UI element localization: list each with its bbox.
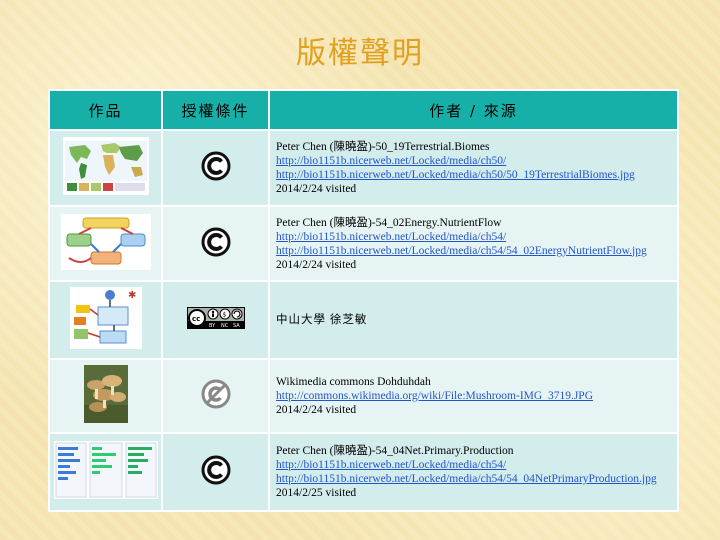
work-cell — [48, 358, 163, 434]
header-license: 授權條件 — [161, 89, 270, 131]
author-text: Peter Chen (陳曉盈)-50_19Terrestrial.Biomes — [276, 141, 490, 153]
public-domain-icon — [201, 379, 230, 409]
author-text: 中山大學 徐芝敏 — [276, 314, 368, 326]
author-text: Peter Chen (陳曉盈)-54_04Net.Primary.Produc… — [276, 445, 514, 457]
source-link[interactable]: http://bio1151b.nicerweb.net/Locked/medi… — [276, 472, 671, 486]
table-row: ✱ cc $ BY NC SA 中山大學 徐芝敏 — [48, 280, 679, 360]
table-header-row: 作品 授權條件 作者 / 來源 — [48, 89, 679, 131]
table-row: Wikimedia commons Dohduhdah http://commo… — [48, 358, 679, 434]
cc-copyright-icon — [201, 151, 230, 181]
license-cell — [161, 432, 270, 512]
badge-by: BY — [209, 323, 216, 329]
source-link[interactable]: http://bio1151b.nicerweb.net/Locked/medi… — [276, 458, 671, 472]
page-title: 版權聲明 — [296, 36, 424, 71]
mushroom-photo-thumbnail[interactable] — [83, 365, 128, 423]
author-text: Wikimedia commons Dohduhdah — [276, 376, 431, 388]
source-link[interactable]: http://bio1151b.nicerweb.net/Locked/medi… — [276, 168, 671, 182]
license-cell — [161, 358, 270, 434]
license-table: 作品 授權條件 作者 / 來源 Peter Chen (陳曉盈)-50_19Te… — [48, 89, 679, 512]
table-row: Peter Chen (陳曉盈)-50_19Terrestrial.Biomes… — [48, 129, 679, 207]
cc-copyright-icon — [201, 455, 230, 485]
work-cell — [48, 129, 163, 207]
visit-date: 2014/2/25 visited — [276, 487, 357, 499]
source-link[interactable]: http://bio1151b.nicerweb.net/Locked/medi… — [276, 230, 671, 244]
visit-date: 2014/2/24 visited — [276, 183, 357, 195]
svg-text:✱: ✱ — [128, 290, 136, 301]
visit-date: 2014/2/24 visited — [276, 258, 357, 271]
energy-nutrient-flow-diagram-thumbnail[interactable] — [60, 213, 151, 270]
work-cell: ✱ — [48, 280, 163, 360]
source-link[interactable]: http://commons.wikimedia.org/wiki/File:M… — [276, 389, 671, 403]
source-link[interactable]: http://bio1151b.nicerweb.net/Locked/medi… — [276, 244, 671, 258]
visit-date: 2014/2/24 visited — [276, 404, 357, 416]
svg-text:$: $ — [222, 312, 226, 319]
license-cell — [161, 205, 270, 282]
source-link[interactable]: http://bio1151b.nicerweb.net/Locked/medi… — [276, 154, 671, 168]
svg-text:cc: cc — [192, 315, 200, 323]
author-cell: Peter Chen (陳曉盈)-54_02Energy.NutrientFlo… — [268, 205, 679, 282]
food-chain-diagram-thumbnail[interactable]: ✱ — [69, 287, 142, 349]
cc-by-nc-sa-badge: cc $ BY NC SA — [186, 307, 245, 329]
author-cell: Wikimedia commons Dohduhdah http://commo… — [268, 358, 679, 434]
table-row: Peter Chen (陳曉盈)-54_02Energy.NutrientFlo… — [48, 205, 679, 282]
author-text: Peter Chen (陳曉盈)-54_02Energy.NutrientFlo… — [276, 216, 502, 229]
world-biomes-map-thumbnail[interactable] — [62, 137, 149, 195]
license-cell: cc $ BY NC SA — [161, 280, 270, 360]
license-cell — [161, 129, 270, 207]
author-cell: 中山大學 徐芝敏 — [268, 280, 679, 360]
cc-copyright-icon — [201, 227, 230, 256]
author-cell: Peter Chen (陳曉盈)-50_19Terrestrial.Biomes… — [268, 129, 679, 207]
work-cell — [48, 432, 163, 512]
author-cell: Peter Chen (陳曉盈)-54_04Net.Primary.Produc… — [268, 432, 679, 512]
net-primary-production-chart-thumbnail[interactable] — [53, 441, 158, 499]
table-row: Peter Chen (陳曉盈)-54_04Net.Primary.Produc… — [48, 432, 679, 512]
header-work: 作品 — [48, 89, 163, 131]
badge-sa: SA — [233, 323, 240, 329]
header-author: 作者 / 來源 — [268, 89, 679, 131]
work-cell — [48, 205, 163, 282]
badge-nc: NC — [221, 323, 229, 329]
